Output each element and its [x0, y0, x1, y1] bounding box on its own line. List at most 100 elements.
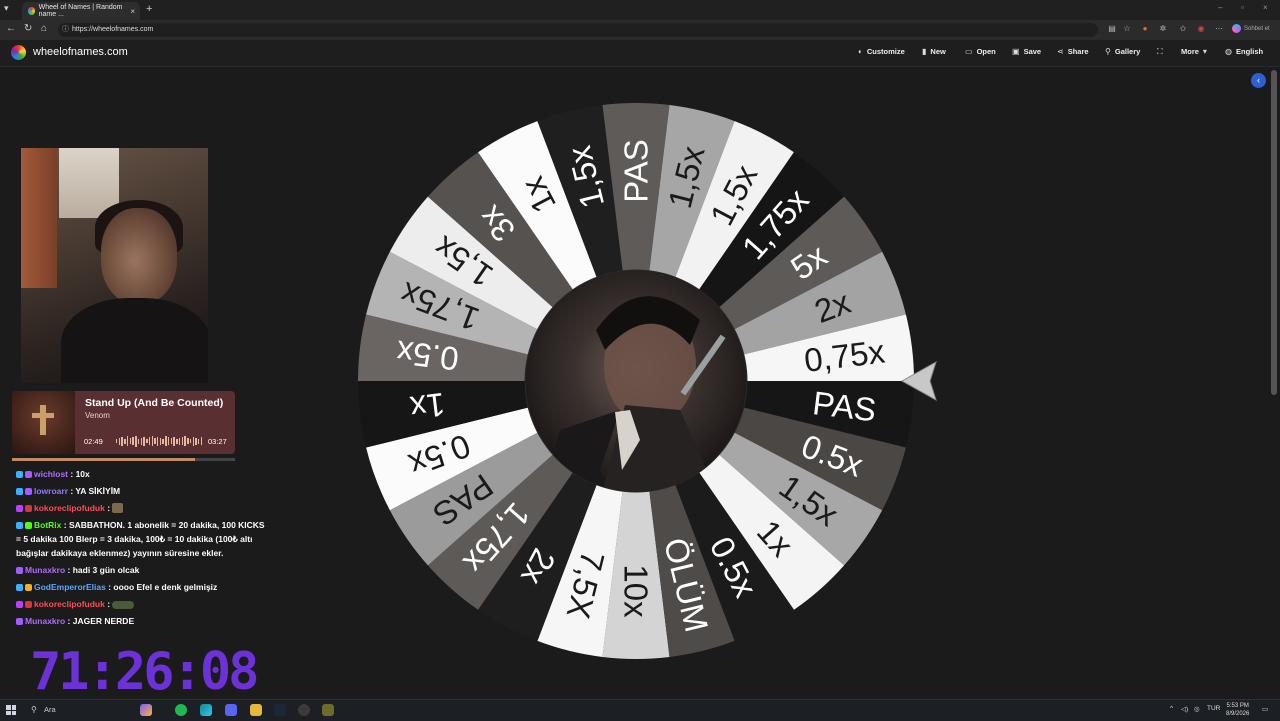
album-art-cross	[40, 405, 46, 435]
keyboard-language[interactable]: TUR	[1207, 705, 1220, 712]
chat-separator: :	[61, 520, 69, 530]
chat-badge-icon	[16, 522, 23, 529]
waveform-bar	[135, 435, 137, 447]
steam-icon[interactable]	[274, 704, 286, 716]
stream-chat: wichlost : 10x lowroarr : YA SİKİYİM kokor…	[16, 467, 266, 631]
waveform-bar	[167, 437, 170, 445]
chat-message: Munaxkro : JAGER NERDE	[16, 614, 266, 628]
song-progress-fill	[12, 458, 195, 461]
chat-username[interactable]: Munaxkro	[25, 565, 65, 575]
chat-badge-icon	[16, 567, 23, 575]
webcam-curtain	[21, 148, 57, 288]
chat-badge-icon	[25, 505, 32, 512]
edge-icon[interactable]	[200, 704, 212, 716]
chat-badge-icon	[16, 471, 23, 478]
start-icon[interactable]	[6, 705, 16, 715]
spotify-icon[interactable]	[175, 704, 187, 716]
taskbar-clock[interactable]: 5:53 PM 8/9/2026	[1226, 702, 1249, 718]
waveform-bar	[148, 437, 151, 445]
chat-username[interactable]: wichlost	[34, 469, 68, 479]
audio-waveform	[116, 435, 203, 447]
album-art	[12, 391, 75, 454]
chat-username[interactable]: kokoreclipofuduk	[34, 599, 105, 609]
chat-badge-icon	[16, 601, 23, 609]
chat-message: BotRix : SABBATHON. 1 abonelik = 20 daki…	[16, 518, 266, 561]
webcam-face	[101, 208, 177, 304]
chat-message: wichlost : 10x	[16, 467, 266, 481]
subathon-timer: 71:26:08	[30, 642, 259, 702]
chat-text: YA SİKİYİM	[75, 486, 121, 496]
now-playing-widget: Stand Up (And Be Counted) Venom 02:49 03…	[12, 391, 235, 454]
album-art-crossbar	[32, 413, 54, 418]
chat-badge-icon	[16, 584, 23, 592]
discord-icon[interactable]	[225, 704, 237, 716]
waveform-bar	[129, 438, 132, 444]
waveform-bar	[126, 436, 129, 446]
waveform-bar	[116, 439, 118, 443]
chat-separator: :	[65, 565, 73, 576]
clock-time: 5:53 PM	[1226, 703, 1249, 709]
search-icon: ⚲	[31, 705, 37, 714]
waveform-bar	[184, 436, 186, 446]
chat-text: hadi 3 gün olcak	[72, 565, 140, 576]
chat-separator: :	[104, 503, 113, 513]
waveform-bar	[118, 437, 121, 445]
chat-username[interactable]: Munaxkro	[25, 616, 65, 626]
waveform-bar	[195, 437, 197, 445]
waveform-bar	[124, 438, 126, 444]
waveform-bar	[146, 439, 148, 443]
tray-volume-icon[interactable]: ◁)	[1181, 705, 1188, 713]
waveform-bar	[178, 437, 181, 445]
webcam-overlay	[21, 148, 208, 383]
chat-username[interactable]: kokoreclipofuduk	[34, 503, 105, 513]
chat-badge-icon	[16, 488, 23, 495]
chat-text: 10x	[75, 469, 90, 479]
waveform-bar	[159, 437, 162, 445]
tray-chevron-icon[interactable]: ^	[1170, 705, 1173, 712]
waveform-bar	[173, 436, 175, 446]
chat-badge-icon	[25, 471, 32, 478]
chat-badge-icon	[25, 584, 32, 592]
chat-message: kokoreclipofuduk :	[16, 597, 266, 611]
file-explorer-icon[interactable]	[250, 704, 262, 716]
waveform-bar	[132, 437, 134, 445]
chat-badge-icon	[16, 618, 23, 626]
clock-date: 8/9/2026	[1226, 711, 1250, 717]
chat-message: kokoreclipofuduk :	[16, 501, 266, 515]
windows-taskbar: ⚲ Ara ^ ◁) ◎ TUR 5:53 PM 8/9/2026 ▭	[0, 699, 1280, 721]
chat-message: GodEmperorElias : oooo Efel e denk gelmi…	[16, 580, 266, 594]
waveform-bar	[181, 437, 184, 445]
chat-badge-icon	[16, 505, 23, 512]
copilot-app-icon[interactable]	[140, 704, 152, 716]
chat-badge-icon	[25, 488, 32, 495]
chat-username[interactable]: lowroarr	[34, 486, 68, 496]
tray-network-icon[interactable]: ◎	[1194, 705, 1200, 713]
chat-badge-icon	[25, 601, 32, 609]
notification-icon[interactable]: ▭	[1262, 705, 1268, 713]
waveform-bar	[137, 438, 140, 444]
taskbar-search[interactable]: ⚲ Ara	[26, 703, 156, 717]
song-elapsed: 02:49	[84, 437, 103, 446]
waveform-bar	[165, 436, 167, 446]
song-title: Stand Up (And Be Counted)	[85, 397, 224, 409]
chat-badge-icon	[25, 522, 32, 529]
chat-username[interactable]: BotRix	[34, 520, 61, 530]
chat-text: oooo Efel e denk gelmişiz	[113, 582, 218, 593]
chat-message: Munaxkro : hadi 3 gün olcak	[16, 563, 266, 577]
wheel-segment-label: 0.5x	[394, 334, 461, 378]
webcam-body	[61, 298, 208, 383]
wheel-segment-label: 10x	[618, 564, 655, 618]
wheel-segment-label: PAS	[811, 384, 879, 428]
chat-username[interactable]: GodEmperorElias	[34, 582, 106, 592]
song-duration: 03:27	[208, 437, 227, 446]
chat-separator: :	[65, 616, 73, 627]
waveform-bar	[187, 438, 189, 444]
obs-icon[interactable]	[298, 704, 310, 716]
waveform-bar	[170, 438, 173, 444]
chat-text: JAGER NERDE	[72, 616, 135, 627]
app-icon[interactable]	[322, 704, 334, 716]
song-artist: Venom	[85, 411, 110, 420]
waveform-bar	[151, 436, 153, 446]
taskbar-search-label: Ara	[44, 705, 56, 714]
chat-separator: :	[104, 599, 113, 610]
